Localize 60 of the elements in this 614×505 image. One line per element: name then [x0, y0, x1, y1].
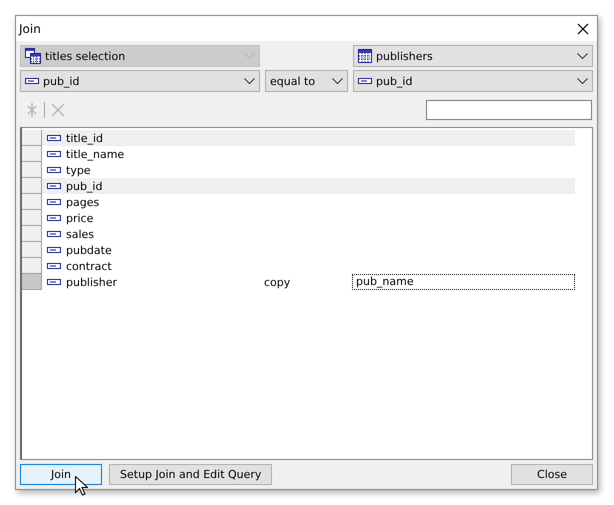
field-name: price	[66, 212, 94, 224]
stacked-tables-icon	[25, 48, 41, 64]
field-icon	[47, 262, 61, 270]
row-header[interactable]	[22, 258, 42, 274]
field-name: contract	[66, 260, 112, 272]
chevron-down-icon	[577, 53, 588, 59]
field-icon	[47, 150, 61, 158]
table-row[interactable]: sales	[22, 226, 575, 242]
row-header[interactable]	[22, 146, 42, 162]
table-row[interactable]: pub_id	[22, 178, 575, 194]
table-row[interactable]: type	[22, 162, 575, 178]
field-icon	[47, 278, 61, 286]
field-name: title_id	[66, 132, 104, 144]
table-row[interactable]: title_id	[22, 130, 575, 146]
row-header[interactable]	[22, 194, 42, 210]
dropdown[interactable]: pub_id	[353, 70, 593, 92]
table-cell[interactable]: pub_name	[352, 274, 575, 290]
chevron-down-icon	[332, 78, 343, 84]
button[interactable]: Setup Join and Edit Query	[109, 464, 272, 485]
table-row[interactable]: title_name	[22, 146, 575, 162]
field-icon	[47, 198, 61, 206]
button[interactable]: Close	[511, 464, 593, 485]
field-name: pubdate	[66, 244, 112, 256]
field-icon	[25, 77, 39, 85]
field-name: pub_id	[66, 180, 102, 192]
dropdown[interactable]: equal to	[265, 70, 348, 92]
field-icon	[47, 166, 61, 174]
table-row[interactable]: price	[22, 210, 575, 226]
dropdown[interactable]: publishers	[353, 45, 593, 67]
field-name: type	[66, 164, 91, 176]
table-row[interactable]: pages	[22, 194, 575, 210]
field-name: pages	[66, 196, 100, 208]
table-row[interactable]: contract	[22, 258, 575, 274]
chevron-down-icon	[577, 78, 588, 84]
search-field[interactable]	[426, 100, 592, 120]
row-header[interactable]	[22, 226, 42, 242]
field-icon	[47, 246, 61, 254]
table-row[interactable]: publisher copy pub_name	[22, 274, 575, 290]
close-icon[interactable]	[577, 22, 589, 34]
cursor-icon	[75, 476, 88, 496]
field-icon	[47, 230, 61, 238]
row-header[interactable]	[22, 178, 42, 194]
window-title: Join	[19, 22, 42, 36]
field-name: sales	[66, 228, 94, 240]
row-header[interactable]	[22, 210, 42, 226]
row-header[interactable]	[22, 274, 42, 290]
field-icon	[358, 77, 372, 85]
dropdown[interactable]: pub_id	[20, 70, 260, 92]
row-header[interactable]	[22, 162, 42, 178]
chevron-down-icon	[244, 78, 255, 84]
field-icon	[47, 182, 61, 190]
field-name: title_name	[66, 148, 124, 160]
table-row[interactable]: pubdate	[22, 242, 575, 258]
field-name: publisher	[66, 276, 118, 288]
field-icon	[47, 134, 61, 142]
table-icon	[358, 49, 372, 63]
row-header[interactable]	[22, 130, 42, 146]
table-cell: copy	[264, 276, 290, 288]
row-header[interactable]	[22, 242, 42, 258]
field-icon	[47, 214, 61, 222]
